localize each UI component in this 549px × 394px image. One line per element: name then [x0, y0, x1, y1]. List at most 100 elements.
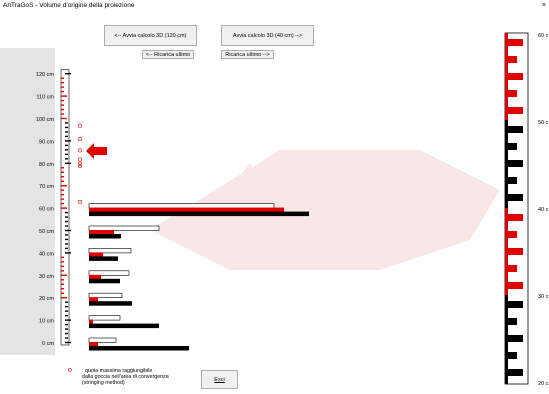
ruler-tick: [65, 131, 68, 133]
ruler-tick: [65, 153, 68, 156]
legend-circle-icon: o: [68, 367, 72, 374]
right-ruler-tick: [508, 248, 523, 255]
ruler-tick: [61, 90, 64, 93]
ruler-tick: [65, 310, 68, 312]
ruler-tick: [65, 305, 68, 308]
ruler-tick: [65, 337, 68, 339]
ruler-tick: [61, 95, 67, 97]
bar-mark: [89, 274, 101, 280]
y-tick-label: 30 cm: [39, 274, 54, 280]
bar-mark: [89, 342, 98, 347]
ruler-tick: [61, 185, 67, 187]
right-ruler-label: 30 c: [538, 294, 549, 300]
circle-marker: [78, 123, 83, 128]
ruler-tick: [65, 220, 68, 223]
right-ruler-tick: [508, 107, 523, 114]
right-ruler-label: 60 c: [538, 33, 549, 39]
bar-mark: [88, 248, 132, 254]
bar-mark: [89, 207, 284, 213]
ruler-tick: [61, 288, 64, 290]
exit-button[interactable]: Esci: [201, 370, 238, 389]
ruler-tick: [65, 211, 68, 214]
right-ruler-tick: [508, 335, 523, 342]
bar-mark: [88, 225, 160, 231]
ruler-tick: [65, 122, 68, 124]
bar-mark: [88, 203, 275, 209]
bar-mark: [89, 256, 118, 261]
right-ruler-tick: [508, 143, 517, 150]
right-ruler-band: [505, 208, 508, 295]
y-tick-label: 50 cm: [39, 229, 54, 235]
right-ruler-tick: [508, 301, 523, 308]
right-ruler-tick: [508, 231, 517, 238]
ruler-tick: [65, 243, 68, 245]
right-ruler-label: 50 c: [538, 120, 549, 126]
ruler-tick: [61, 207, 67, 209]
left-ruler: [60, 69, 71, 346]
right-ruler-band: [505, 33, 508, 120]
ruler-tick: [65, 328, 68, 330]
ruler-tick: [61, 198, 64, 200]
right-ruler-tick: [508, 194, 523, 201]
right-ruler-tick: [508, 73, 523, 80]
y-tick-label: 80 cm: [39, 162, 54, 168]
ruler-tick: [65, 158, 68, 160]
ruler-tick: [65, 247, 68, 250]
bar-mark: [88, 315, 121, 321]
y-tick-label: 0 cm: [42, 341, 54, 347]
ruler-tick: [61, 117, 67, 120]
right-ruler-label: 40 c: [538, 207, 549, 213]
ruler-tick: [65, 238, 68, 241]
ruler-tick: [61, 202, 64, 205]
ruler-tick: [65, 229, 71, 232]
ruler-tick: [61, 270, 64, 272]
ruler-tick: [61, 113, 64, 115]
ruler-tick: [61, 180, 64, 182]
right-ruler-tick: [508, 214, 523, 221]
y-tick-label: 110 cm: [36, 95, 54, 101]
ruler-tick: [61, 274, 67, 276]
bar-mark: [89, 297, 98, 302]
ruler-tick: [61, 104, 64, 106]
ruler-tick: [65, 225, 68, 227]
right-ruler-tick: [508, 39, 523, 46]
y-tick-label: 20 cm: [39, 296, 54, 302]
circle-marker: [78, 137, 83, 142]
bar-mark: [88, 292, 123, 299]
ruler-tick: [61, 189, 64, 191]
right-ruler-tick: [508, 369, 523, 376]
circle-marker: [78, 157, 83, 162]
bar-mark: [89, 319, 93, 325]
y-axis-labels: 120 cm 110 cm 100 cm 90 cm 80 cm 70 cm 60 cm 50…: [36, 72, 54, 347]
ruler-tick: [61, 176, 64, 178]
ruler-tick: [65, 149, 68, 151]
circle-markers: [78, 123, 83, 204]
ruler-tick: [61, 171, 64, 173]
circle-marker: [78, 161, 83, 166]
bar-mark: [89, 230, 114, 235]
ruler-tick: [61, 297, 67, 299]
right-ruler-tick: [508, 126, 523, 133]
ruler-tick: [65, 301, 68, 303]
right-ruler-tick: [508, 160, 523, 167]
ruler-tick: [65, 319, 71, 321]
y-tick-label: 60 cm: [39, 207, 54, 213]
ruler-tick: [65, 144, 68, 147]
right-ruler-tick: [508, 352, 517, 359]
ruler-tick: [65, 252, 71, 254]
bar-mark: [89, 346, 189, 351]
right-ruler-tick: [508, 318, 517, 325]
ruler-tick: [65, 341, 71, 344]
legend-text: : quota massima raggiungibile dalla gocc…: [82, 368, 169, 387]
right-ruler-tick: [508, 265, 517, 272]
ruler-tick: [65, 140, 71, 142]
right-ruler-tick: [508, 90, 517, 97]
y-tick-label: 120 cm: [36, 72, 54, 78]
bar-mark: [89, 211, 309, 217]
ruler-tick: [61, 77, 64, 79]
ruler-tick: [61, 256, 64, 259]
ruler-tick: [61, 193, 64, 196]
y-tick-label: 100 cm: [36, 117, 54, 123]
height-arrow-icon: [86, 143, 107, 159]
bar-mark: [89, 278, 120, 284]
